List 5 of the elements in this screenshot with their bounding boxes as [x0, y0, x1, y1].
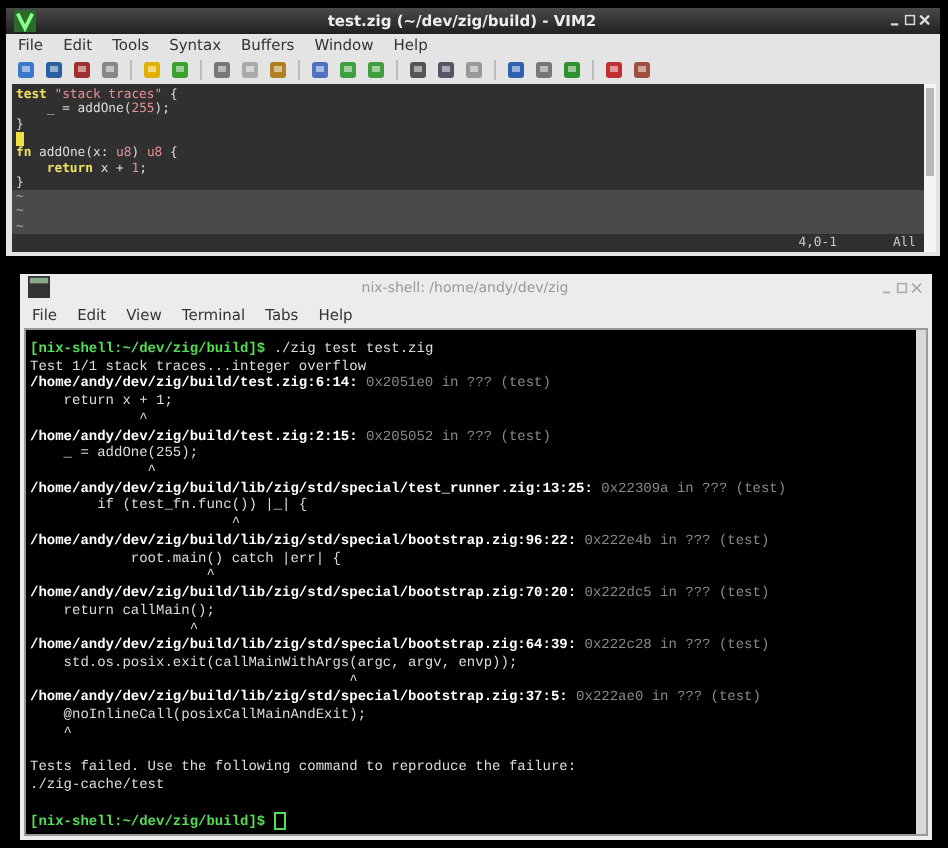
v-logo-icon — [14, 9, 36, 32]
scrollbar[interactable] — [916, 330, 926, 834]
scrollbar[interactable] — [924, 84, 936, 252]
terminal-icon — [28, 276, 50, 298]
window-controls-icon[interactable] — [888, 12, 932, 29]
